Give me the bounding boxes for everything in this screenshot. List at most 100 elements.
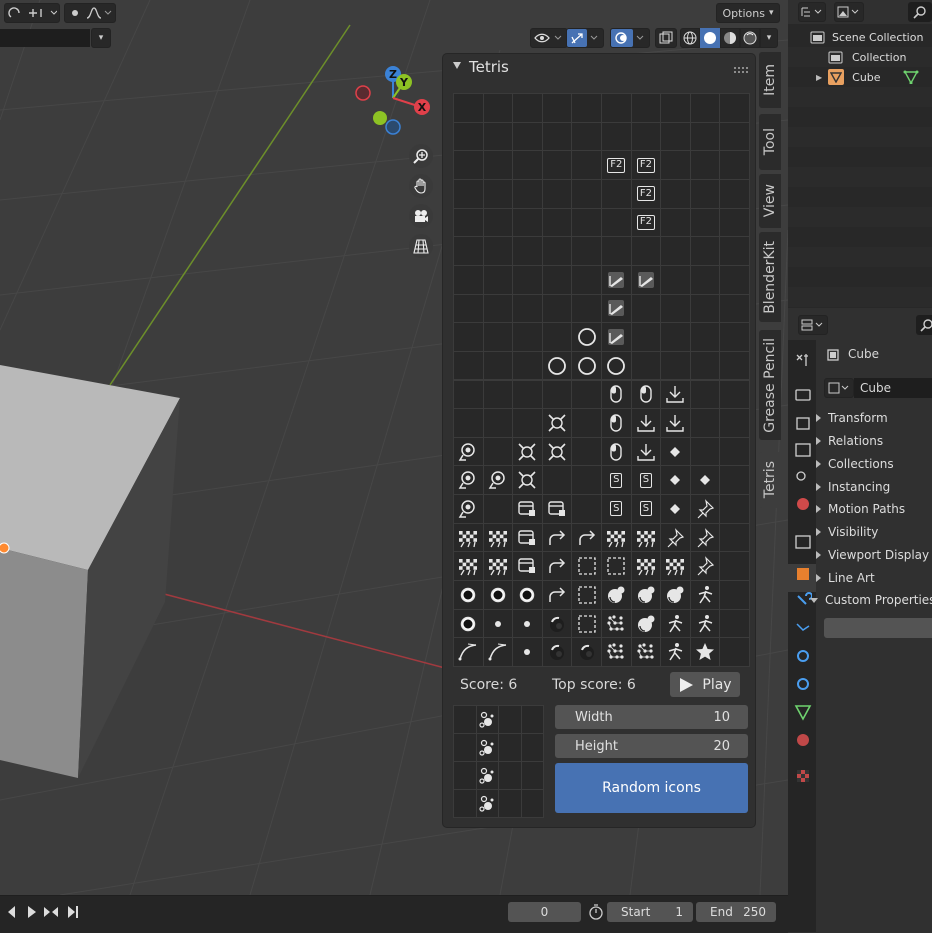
redo-icon xyxy=(577,528,597,548)
grid-cell xyxy=(719,264,750,295)
random-icons-button[interactable]: Random icons xyxy=(555,763,748,813)
tab-grease-pencil[interactable]: Grease Pencil xyxy=(759,330,781,440)
grid-cell xyxy=(630,580,662,610)
xray-toggle[interactable] xyxy=(655,28,677,48)
search-field[interactable] xyxy=(908,2,932,22)
overlay-icon xyxy=(615,32,644,44)
search-icon xyxy=(920,319,932,332)
gizmo-dropdown[interactable] xyxy=(566,28,604,48)
key-chip-icon: F2 xyxy=(607,157,626,173)
object-browse-dropdown[interactable] xyxy=(824,378,854,398)
overlays-dropdown[interactable] xyxy=(610,28,650,48)
grid-cell xyxy=(689,494,721,524)
key-chip-icon: F2 xyxy=(636,186,655,202)
panel-icon xyxy=(547,499,567,519)
grid-cell xyxy=(541,350,573,381)
expand-icon[interactable]: ▶ xyxy=(816,73,822,82)
current-frame-field[interactable]: 0 xyxy=(508,902,581,922)
mode-field[interactable] xyxy=(0,29,90,47)
tab-blenderkit[interactable]: BlenderKit xyxy=(759,232,781,322)
zoom-button[interactable] xyxy=(409,144,433,168)
outliner-row-collection[interactable]: Collection xyxy=(788,47,932,67)
checker-icon xyxy=(458,528,478,548)
object-name-field[interactable]: Cube xyxy=(854,378,932,398)
properties-search-field[interactable] xyxy=(916,315,932,335)
grid-cell xyxy=(512,522,543,553)
redo-icon xyxy=(547,528,567,548)
grid-cell xyxy=(453,150,484,180)
section-line-art[interactable]: Line Art xyxy=(816,567,875,589)
navigation-gizmo[interactable]: Z Y X xyxy=(350,62,436,140)
mesh-data-icon[interactable] xyxy=(903,70,919,84)
grid-cell xyxy=(541,322,573,352)
mouse-icon xyxy=(606,413,626,433)
outliner-row-cube[interactable]: ▶ Cube xyxy=(788,67,932,87)
grid-cell xyxy=(689,150,721,180)
editor-type-dropdown[interactable] xyxy=(798,315,828,335)
shading-options-dropdown[interactable]: ▾ xyxy=(760,28,778,48)
perspective-toggle-button[interactable] xyxy=(409,234,433,258)
section-visibility[interactable]: Visibility xyxy=(816,521,878,543)
stopwatch-icon[interactable] xyxy=(588,904,604,920)
start-frame-field[interactable]: Start 1 xyxy=(607,902,693,922)
panel-title: Tetris xyxy=(469,58,509,76)
new-property-button[interactable] xyxy=(824,618,932,638)
outliner-row-scene-collection[interactable]: Scene Collection xyxy=(788,27,932,47)
shading-solid[interactable] xyxy=(700,28,720,48)
tetris-board[interactable]: F2 F2 F2 F2 S S S S xyxy=(453,93,750,667)
grid-cell xyxy=(630,608,662,639)
display-mode-dropdown[interactable] xyxy=(798,2,826,22)
next-piece-preview xyxy=(453,705,544,818)
playback-controls[interactable] xyxy=(4,904,84,920)
drag-handle-icon[interactable] xyxy=(733,63,749,73)
dashed-square-icon xyxy=(577,556,597,576)
options-dropdown[interactable]: Options ▾ xyxy=(716,3,780,23)
collapse-icon[interactable] xyxy=(453,62,461,69)
grid-cell xyxy=(482,322,514,352)
grid-cell xyxy=(719,608,750,639)
mode-dropdown[interactable]: ▾ xyxy=(91,28,111,48)
section-relations[interactable]: Relations xyxy=(816,430,883,452)
snap-toggle[interactable] xyxy=(4,3,60,23)
width-field[interactable]: Width 10 xyxy=(555,705,748,729)
grid-cell xyxy=(498,789,522,818)
section-custom-properties[interactable]: Custom Properties xyxy=(810,589,932,611)
section-collections[interactable]: Collections xyxy=(816,453,894,475)
point-cloud-icon xyxy=(606,642,626,662)
armature-figure-icon xyxy=(665,642,685,662)
tab-tetris[interactable]: Tetris xyxy=(759,452,781,508)
ring-icon xyxy=(577,356,597,376)
grid-cell xyxy=(571,322,602,352)
height-field[interactable]: Height 20 xyxy=(555,734,748,758)
tab-tool[interactable]: Tool xyxy=(759,114,781,170)
section-transform[interactable]: Transform xyxy=(816,407,888,429)
tab-view[interactable]: View xyxy=(759,174,781,228)
shading-rendered[interactable] xyxy=(740,28,760,48)
proportional-editing[interactable] xyxy=(64,3,116,23)
section-instancing[interactable]: Instancing xyxy=(816,476,890,498)
pan-button[interactable] xyxy=(409,174,433,198)
grid-cell xyxy=(512,236,543,266)
eye-icon xyxy=(534,33,562,43)
chevron-down-icon: ▾ xyxy=(768,8,774,18)
play-button[interactable]: Play xyxy=(670,672,740,697)
shading-material[interactable] xyxy=(720,28,740,48)
camera-view-button[interactable] xyxy=(409,204,433,228)
filter-dropdown[interactable] xyxy=(834,2,864,22)
checker-icon xyxy=(636,528,656,548)
end-frame-field[interactable]: End 250 xyxy=(696,902,776,922)
shading-wireframe[interactable] xyxy=(680,28,700,48)
grid-cell xyxy=(719,236,750,266)
visibility-dropdown[interactable] xyxy=(530,28,568,48)
grid-cell xyxy=(571,207,602,238)
section-viewport-display[interactable]: Viewport Display xyxy=(816,544,929,566)
pin-icon xyxy=(665,527,685,548)
panel-icon xyxy=(517,556,537,576)
grid-cell xyxy=(601,580,632,610)
section-motion-paths[interactable]: Motion Paths xyxy=(816,498,905,520)
dashed-square-icon xyxy=(577,585,597,605)
tab-item[interactable]: Item xyxy=(759,52,781,108)
download-icon xyxy=(665,384,685,404)
particles-icon xyxy=(477,766,497,786)
grid-cell xyxy=(660,236,691,266)
